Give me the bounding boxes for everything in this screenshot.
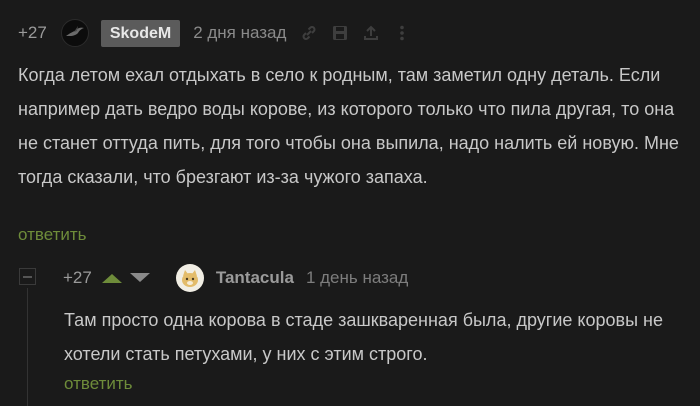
reply-body: Там просто одна корова в стаде зашкварен… [64, 310, 663, 364]
author-avatar[interactable] [60, 19, 89, 47]
link-icon[interactable] [300, 24, 318, 42]
reply-author-avatar[interactable] [175, 264, 204, 292]
bird-icon [65, 26, 84, 36]
comment-time[interactable]: 2 дня назад [193, 23, 286, 43]
reply-header: +27 Tantacula 1 день назад [63, 263, 408, 293]
more-icon[interactable] [393, 24, 411, 42]
comment-body: Когда летом ехал отдыхать в село к родны… [18, 65, 679, 187]
thread-line[interactable] [27, 288, 28, 406]
comment-author[interactable]: SkodeM [100, 19, 181, 47]
comment-header: +27 SkodeM 2 дня назад [18, 18, 424, 48]
share-icon[interactable] [362, 24, 380, 42]
reply-rating: +27 [63, 268, 92, 287]
reply-button[interactable]: ответить [18, 225, 87, 245]
cat-icon [181, 270, 198, 287]
save-icon[interactable] [331, 24, 349, 42]
vote-up-icon[interactable] [100, 271, 124, 285]
comment-rating: +27 [18, 23, 47, 42]
reply-button-nested[interactable]: ответить [64, 374, 133, 394]
reply-author[interactable]: Tantacula [216, 268, 294, 288]
vote-down-icon[interactable] [128, 271, 152, 285]
collapse-thread-button[interactable] [19, 268, 36, 285]
reply-time[interactable]: 1 день назад [306, 268, 408, 288]
minus-icon [23, 275, 32, 278]
